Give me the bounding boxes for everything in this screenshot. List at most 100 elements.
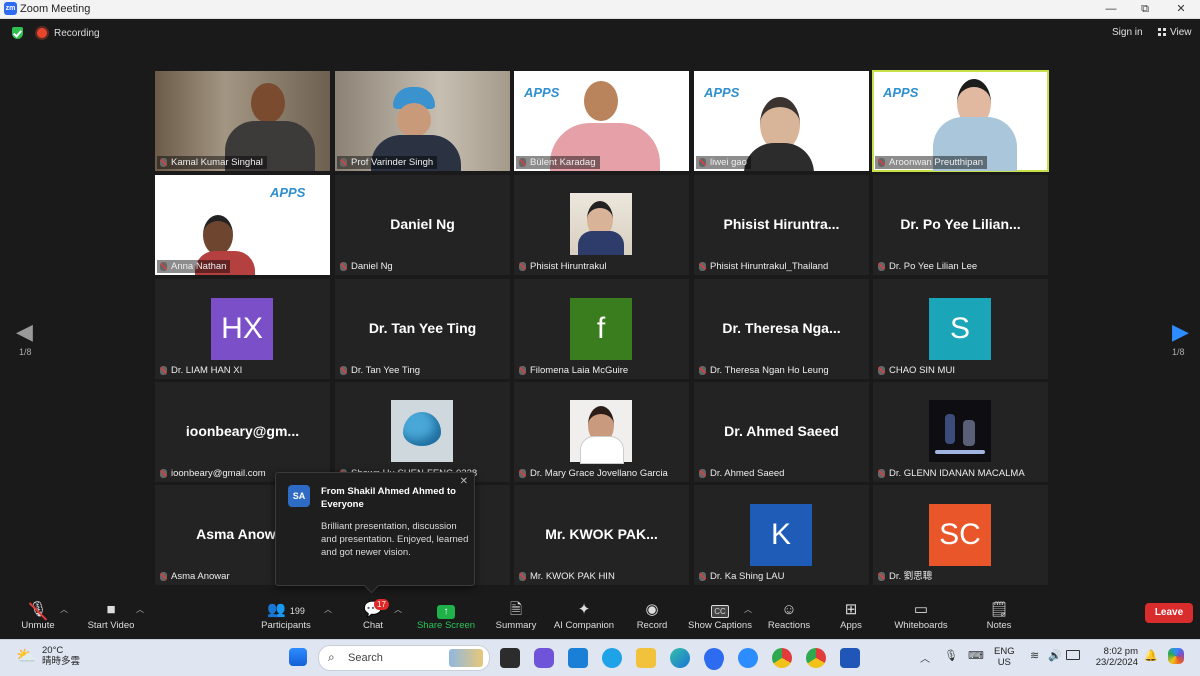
keyboard-layout: US — [997, 657, 1011, 668]
initials-avatar: HX — [211, 298, 273, 360]
participants-button[interactable]: 👥 199 Participants — [258, 600, 314, 631]
chat-unread-badge: 17 — [374, 599, 389, 610]
video-tile[interactable]: Kamal Kumar Singhal — [155, 71, 330, 171]
file-explorer-icon[interactable] — [636, 648, 656, 668]
recording-icon — [37, 28, 47, 38]
notes-button[interactable]: 🗒 Notes — [984, 600, 1014, 631]
unmute-label: Unmute — [21, 620, 55, 631]
participant-tile[interactable]: Phisist Hiruntrakul — [514, 175, 689, 275]
chat-notification-popup[interactable]: SA From Shakil Ahmed Ahmed to Everyone B… — [275, 472, 475, 594]
whiteboards-button[interactable]: ▭ Whiteboards — [892, 600, 950, 631]
taskbar-search-box[interactable]: ⌕ Search — [318, 645, 490, 671]
start-video-button[interactable]: ■ Start Video — [84, 600, 138, 631]
chat-caret-icon[interactable]: ︿ — [394, 604, 402, 615]
edge-browser-icon[interactable] — [670, 648, 690, 668]
video-tile[interactable]: APPS Anna Nathan — [155, 175, 330, 275]
summary-button[interactable]: 🗎 Summary — [494, 600, 538, 631]
wifi-icon[interactable]: ≋ — [1030, 649, 1039, 662]
participant-head — [251, 83, 285, 123]
weather-widget[interactable]: 20°C 晴時多雲 — [42, 645, 80, 667]
active-speaker-tile[interactable]: APPS Aroonwan Preutthipan — [872, 70, 1049, 172]
keyboard-tray-icon[interactable]: ⌨ — [968, 649, 984, 662]
minimize-button[interactable]: — — [1096, 0, 1126, 18]
close-window-button[interactable]: ✕ — [1166, 0, 1196, 18]
next-page-arrow-icon[interactable]: ▶ — [1172, 319, 1189, 345]
copilot-icon[interactable] — [1168, 648, 1184, 664]
volume-icon[interactable]: 🔊 — [1048, 649, 1062, 662]
previous-page-arrow-icon[interactable]: ◀ — [16, 319, 33, 345]
microphone-tray-icon[interactable]: 🎙 — [944, 649, 958, 662]
participant-tile[interactable]: HX Dr. LIAM HAN XI — [155, 279, 330, 379]
language-indicator[interactable]: ENG US — [994, 646, 1015, 668]
audio-options-caret-icon[interactable]: ︿ — [60, 604, 68, 615]
participant-tile[interactable]: Dr. Tan Yee Ting Dr. Tan Yee Ting — [335, 279, 510, 379]
start-video-label: Start Video — [87, 620, 135, 631]
ai-companion-button[interactable]: ✦ AI Companion — [552, 600, 616, 631]
task-view-icon[interactable] — [500, 648, 520, 668]
video-options-caret-icon[interactable]: ︿ — [136, 604, 144, 615]
participant-name: Phisist Hiruntrakul_Thailand — [696, 260, 832, 273]
windows-start-icon[interactable] — [289, 648, 307, 666]
participant-tile[interactable]: Dr. Theresa Nga... Dr. Theresa Ngan Ho L… — [694, 279, 869, 379]
ai-companion-label: AI Companion — [553, 620, 615, 631]
apps-button[interactable]: ⊞ Apps — [836, 600, 866, 631]
participant-tile[interactable]: SC Dr. 劉思聰 — [873, 485, 1048, 585]
participant-tile[interactable]: Dr. Po Yee Lilian... Dr. Po Yee Lilian L… — [873, 175, 1048, 275]
chrome-profile-icon[interactable] — [806, 648, 826, 668]
tray-chevron-icon[interactable]: ︿ — [920, 650, 930, 665]
reactions-button[interactable]: ☺ Reactions — [766, 600, 812, 631]
participant-name: Dr. LIAM HAN XI — [157, 364, 246, 377]
unmute-button[interactable]: 🎙 Unmute — [18, 600, 58, 631]
participant-head — [203, 215, 233, 255]
participant-tile[interactable]: Dr. Ahmed Saeed Dr. Ahmed Saeed — [694, 382, 869, 482]
participants-caret-icon[interactable]: ︿ — [324, 604, 332, 615]
whiteboard-icon: ▭ — [913, 601, 929, 618]
participant-tile[interactable]: Dr. GLENN IDANAN MACALMA — [873, 382, 1048, 482]
profile-photo — [391, 400, 453, 462]
participant-tile[interactable]: Shawn Hu SHEN-FENG 0238 — [335, 382, 510, 482]
participant-tile[interactable]: Phisist Hiruntra... Phisist Hiruntrakul_… — [694, 175, 869, 275]
participant-tile[interactable]: Daniel Ng Daniel Ng — [335, 175, 510, 275]
initials-avatar: f — [570, 298, 632, 360]
participant-name: Dr. Ahmed Saeed — [696, 467, 788, 480]
microsoft-store-icon[interactable] — [568, 648, 588, 668]
captions-caret-icon[interactable]: ︿ — [744, 604, 752, 615]
teams-chat-icon[interactable] — [534, 648, 554, 668]
maximize-button[interactable]: ⧉ — [1130, 0, 1160, 18]
word-app-icon[interactable] — [840, 648, 860, 668]
chrome-browser-icon[interactable] — [772, 648, 792, 668]
view-button[interactable]: View — [1158, 27, 1192, 38]
app-taskbar-icon[interactable] — [738, 648, 758, 668]
participant-tile[interactable]: Dr. Mary Grace Jovellano Garcia — [514, 382, 689, 482]
notification-bell-icon[interactable]: 🔔 — [1144, 649, 1158, 662]
leave-button[interactable]: Leave — [1145, 603, 1193, 623]
participant-display-name: Dr. Po Yee Lilian... — [900, 216, 1021, 232]
sign-in-link[interactable]: Sign in — [1112, 27, 1143, 38]
participant-name: Dr. Theresa Ngan Ho Leung — [696, 364, 833, 377]
copilot-browser-icon[interactable] — [602, 648, 622, 668]
cc-text: CC — [711, 605, 729, 618]
participant-display-name: Phisist Hiruntra... — [723, 216, 840, 232]
page-indicator-left: 1/8 — [19, 347, 32, 357]
page-indicator-right: 1/8 — [1172, 347, 1185, 357]
video-tile[interactable]: APPS Bülent Karadag — [514, 71, 689, 171]
participant-tile[interactable]: Mr. KWOK PAK... Mr. KWOK PAK HIN — [514, 485, 689, 585]
system-clock[interactable]: 8:02 pm 23/2/2024 — [1090, 646, 1138, 668]
security-shield-icon[interactable] — [12, 27, 23, 39]
chat-label: Chat — [362, 620, 384, 631]
participant-tile[interactable]: S CHAO SIN MUI — [873, 279, 1048, 379]
share-screen-button[interactable]: ↑ Share Screen — [416, 600, 476, 631]
zoom-taskbar-icon[interactable] — [704, 648, 724, 668]
participant-tile[interactable]: ioonbeary@gm... ioonbeary@gmail.com — [155, 382, 330, 482]
video-tile[interactable]: Prof Varinder Singh — [335, 71, 510, 171]
record-button[interactable]: ◉ Record — [634, 600, 670, 631]
participant-name: Dr. Ka Shing LAU — [696, 570, 788, 583]
participant-display-name: Mr. KWOK PAK... — [545, 526, 658, 542]
battery-icon[interactable] — [1066, 650, 1080, 660]
clock-date: 23/2/2024 — [1095, 657, 1138, 668]
participant-tile[interactable]: K Dr. Ka Shing LAU — [694, 485, 869, 585]
video-tile[interactable]: APPS liwei gao — [694, 71, 869, 171]
notes-icon: 🗒 — [989, 601, 1009, 618]
participant-tile[interactable]: f Filomena Laia McGuire — [514, 279, 689, 379]
close-icon[interactable]: ✕ — [460, 476, 468, 487]
